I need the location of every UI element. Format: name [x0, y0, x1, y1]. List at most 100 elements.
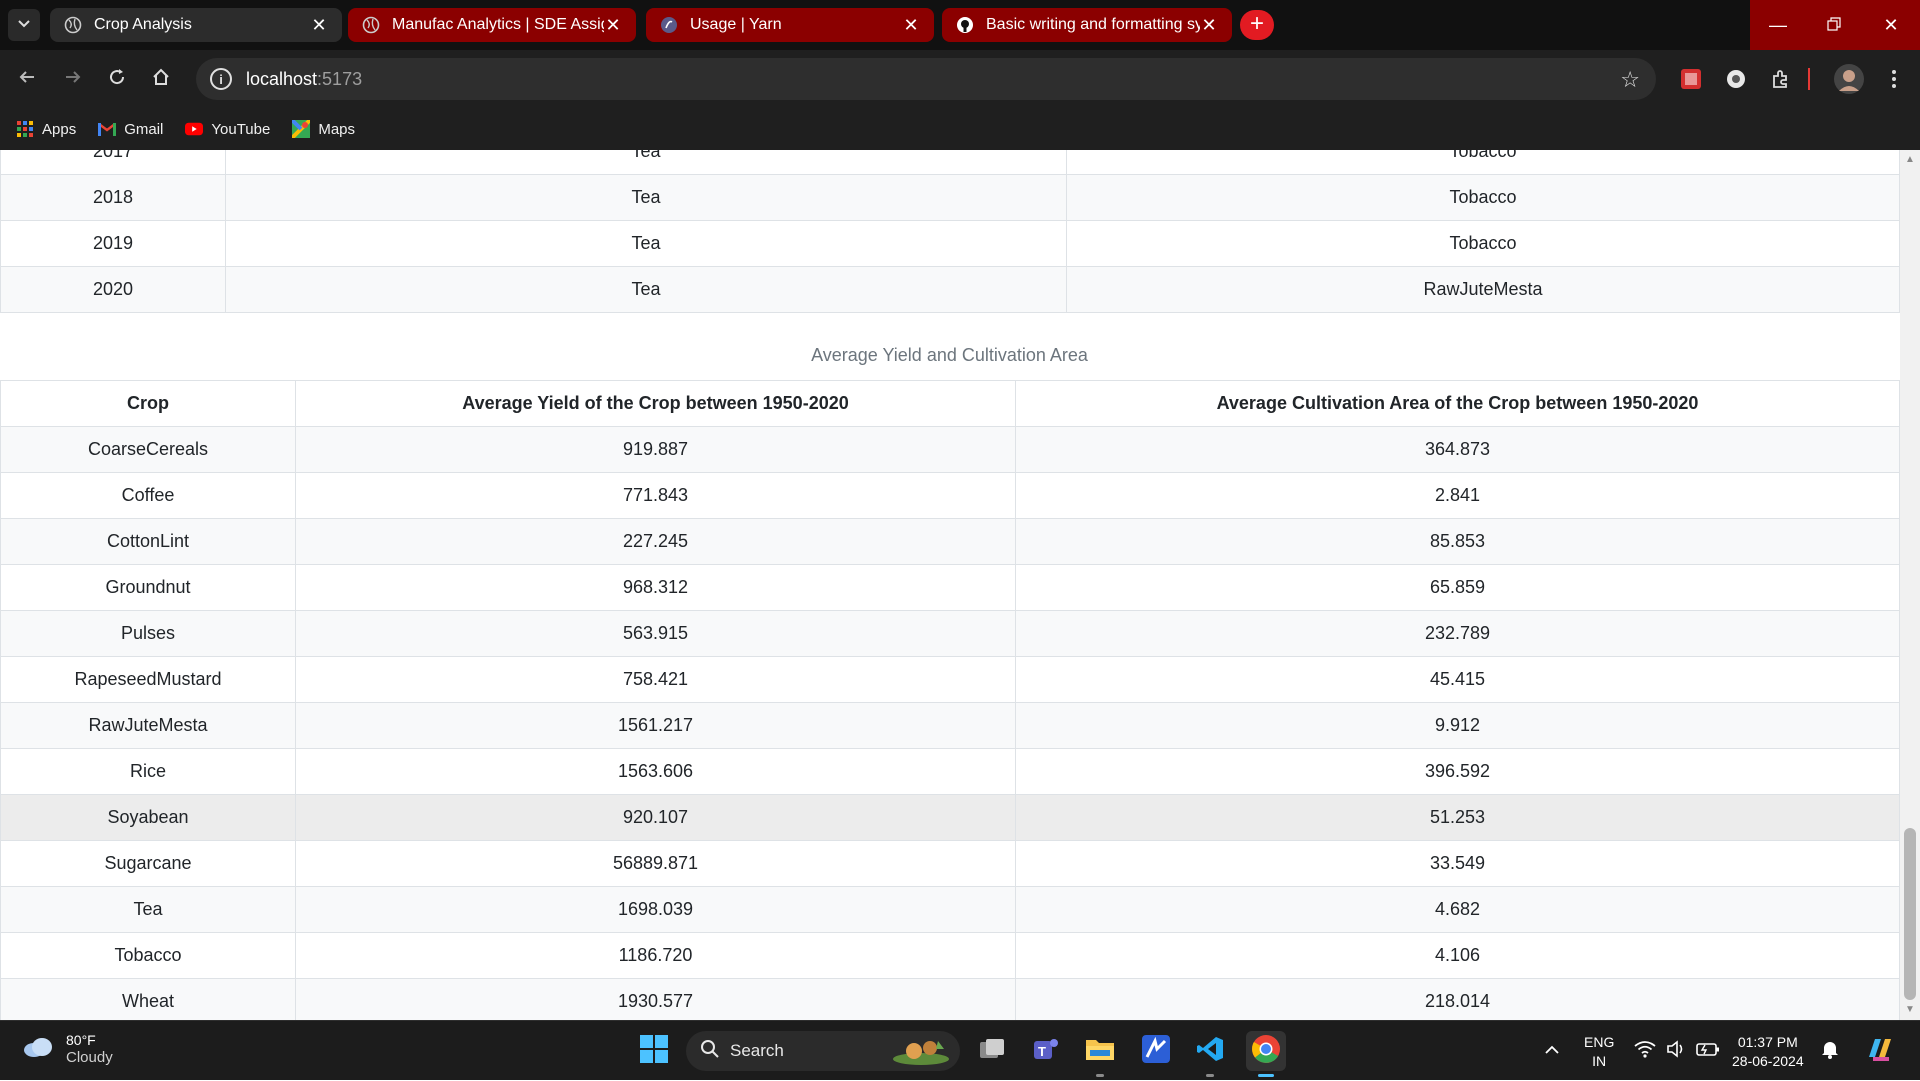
- minimize-icon: —: [1769, 14, 1787, 35]
- windows-logo-icon: [640, 1034, 668, 1068]
- tab-title: Basic writing and formatting syn: [986, 16, 1200, 33]
- new-tab-button[interactable]: +: [1240, 10, 1274, 40]
- reload-button[interactable]: [102, 64, 132, 94]
- area-cell: 218.014: [1015, 978, 1900, 1020]
- vscode-button[interactable]: [1190, 1031, 1230, 1077]
- close-icon[interactable]: ✕: [604, 15, 622, 36]
- extension-circle-icon[interactable]: [1722, 65, 1750, 93]
- vertical-scrollbar[interactable]: ▲ ▼: [1900, 150, 1920, 1020]
- bookmark-maps[interactable]: Maps: [292, 120, 355, 138]
- bookmarks-bar: Apps Gmail YouTube Maps: [0, 108, 1920, 150]
- area-cell: 9.912: [1015, 702, 1900, 749]
- region-code: IN: [1592, 1053, 1607, 1069]
- weather-widget[interactable]: 80°F Cloudy: [22, 1031, 113, 1067]
- tab-search-button[interactable]: [8, 9, 40, 41]
- crop-cell: Pulses: [0, 610, 296, 657]
- address-bar[interactable]: i localhost:5173 ☆: [196, 58, 1656, 100]
- more-menu-icon[interactable]: [1880, 65, 1908, 93]
- tab-github-writing[interactable]: Basic writing and formatting syn ✕: [942, 8, 1232, 42]
- crop-cell: Wheat: [0, 978, 296, 1020]
- copilot-icon: [1865, 1035, 1895, 1068]
- column-header-area: Average Cultivation Area of the Crop bet…: [1015, 380, 1900, 427]
- bookmark-youtube[interactable]: YouTube: [185, 120, 270, 138]
- bookmark-star-icon[interactable]: ☆: [1620, 67, 1640, 93]
- search-icon: [700, 1039, 720, 1064]
- crop-cell: Tea: [0, 886, 296, 933]
- year-cell: 2020: [0, 266, 226, 313]
- teams-button[interactable]: T: [1026, 1031, 1066, 1071]
- table-row: Tobacco 1186.720 4.106: [0, 932, 1900, 979]
- toolbar-divider: [1806, 65, 1812, 93]
- bookmark-apps[interactable]: Apps: [16, 120, 76, 138]
- start-button[interactable]: [634, 1031, 674, 1071]
- yield-cell: 56889.871: [295, 840, 1016, 887]
- close-icon[interactable]: ✕: [1200, 15, 1218, 36]
- tab-manufac-analytics[interactable]: Manufac Analytics | SDE Assignm ✕: [348, 8, 636, 42]
- area-cell: 51.253: [1015, 794, 1900, 841]
- notifications-button[interactable]: [1814, 1031, 1846, 1071]
- extension-icon[interactable]: [1677, 65, 1705, 93]
- max-crop-cell: RawJuteMesta: [1066, 266, 1900, 313]
- year-cell: 2017: [0, 150, 226, 175]
- app-button[interactable]: [1136, 1031, 1176, 1071]
- crop-cell: RawJuteMesta: [0, 702, 296, 749]
- tab-title: Usage | Yarn: [690, 16, 782, 33]
- show-hidden-icons-button[interactable]: [1534, 1031, 1570, 1071]
- bell-icon: [1821, 1039, 1839, 1064]
- crop-cell: Coffee: [0, 472, 296, 519]
- area-cell: 85.853: [1015, 518, 1900, 565]
- area-cell: 4.106: [1015, 932, 1900, 979]
- crop-cell: Rice: [0, 748, 296, 795]
- search-highlight-icon: [890, 1035, 952, 1072]
- copilot-button[interactable]: [1860, 1031, 1900, 1071]
- min-crop-cell: Tea: [225, 150, 1067, 175]
- home-button[interactable]: [146, 64, 176, 94]
- close-window-button[interactable]: ✕: [1862, 0, 1920, 50]
- weather-temperature: 80°F: [66, 1032, 96, 1048]
- bookmark-gmail[interactable]: Gmail: [98, 120, 163, 138]
- average-yield-table: Crop Average Yield of the Crop between 1…: [0, 380, 1900, 1020]
- table-row: Wheat 1930.577 218.014: [0, 978, 1900, 1020]
- close-icon[interactable]: ✕: [310, 15, 328, 36]
- avatar[interactable]: [1832, 62, 1866, 96]
- table-row: RawJuteMesta 1561.217 9.912: [0, 702, 1900, 749]
- tab-crop-analysis[interactable]: Crop Analysis ✕: [50, 8, 342, 42]
- area-cell: 396.592: [1015, 748, 1900, 795]
- crop-cell: Tobacco: [0, 932, 296, 979]
- scroll-up-arrow-icon[interactable]: ▲: [1900, 150, 1920, 170]
- yield-cell: 758.421: [295, 656, 1016, 703]
- bookmark-label: Maps: [318, 120, 356, 138]
- bookmark-label: Apps: [42, 120, 77, 138]
- minimize-button[interactable]: —: [1750, 0, 1806, 50]
- tab-usage-yarn[interactable]: Usage | Yarn ✕: [646, 8, 934, 42]
- table-row: Tea 1698.039 4.682: [0, 886, 1900, 933]
- url-host: localhost: [246, 68, 318, 89]
- yield-cell: 920.107: [295, 794, 1016, 841]
- address-toolbar: i localhost:5173 ☆: [0, 50, 1920, 108]
- scrollbar-thumb[interactable]: [1904, 828, 1916, 1000]
- file-explorer-button[interactable]: [1080, 1031, 1120, 1077]
- year-cell: 2019: [0, 220, 226, 267]
- system-tray[interactable]: [1634, 1021, 1720, 1081]
- taskbar-search-box[interactable]: Search: [686, 1031, 960, 1071]
- restore-button[interactable]: [1806, 0, 1862, 50]
- wifi-icon: [1634, 1040, 1656, 1063]
- forward-button[interactable]: [58, 64, 88, 94]
- table-row: 2018 Tea Tobacco: [0, 174, 1900, 221]
- extensions-puzzle-icon[interactable]: [1767, 65, 1795, 93]
- language-indicator[interactable]: ENG IN: [1584, 1033, 1614, 1071]
- system-clock[interactable]: 01:37 PM 28-06-2024: [1732, 1033, 1804, 1071]
- close-icon[interactable]: ✕: [902, 15, 920, 36]
- globe-icon: [64, 16, 82, 34]
- area-cell: 45.415: [1015, 656, 1900, 703]
- bookmark-label: Gmail: [124, 120, 164, 138]
- gmail-icon: [98, 120, 117, 138]
- min-crop-cell: Tea: [225, 220, 1067, 267]
- task-view-button[interactable]: [972, 1031, 1012, 1071]
- chrome-button[interactable]: [1246, 1031, 1286, 1077]
- back-button[interactable]: [12, 64, 42, 94]
- vscode-icon: [1196, 1035, 1224, 1068]
- site-info-icon[interactable]: i: [210, 68, 232, 90]
- chevron-down-icon: [17, 16, 31, 35]
- scroll-down-arrow-icon[interactable]: ▼: [1900, 1000, 1920, 1020]
